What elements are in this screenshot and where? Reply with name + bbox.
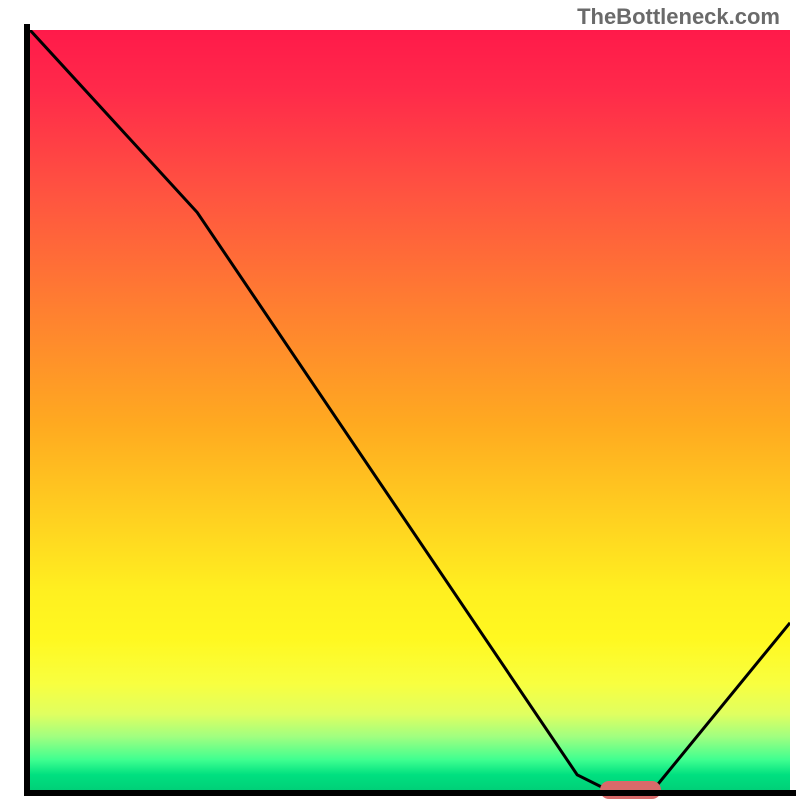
watermark-text: TheBottleneck.com — [577, 4, 780, 30]
x-axis — [24, 790, 796, 796]
plot-area — [30, 30, 790, 790]
bottleneck-curve — [30, 30, 790, 790]
y-axis — [24, 24, 30, 796]
